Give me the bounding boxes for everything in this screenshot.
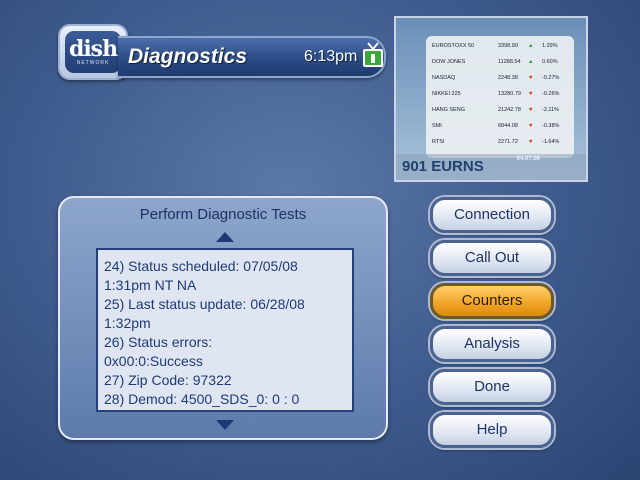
ticker-arrow-icon: ▼ bbox=[528, 123, 534, 129]
ticker-value: 3398.90 bbox=[498, 43, 518, 49]
counters-button[interactable]: Counters bbox=[430, 283, 554, 319]
clock-time: 6:13pm bbox=[304, 48, 358, 65]
ticker-value: 21242.78 bbox=[498, 107, 521, 113]
ticker-value: 2248.38 bbox=[498, 75, 518, 81]
ticker-name: NIKKEI 225 bbox=[432, 91, 461, 97]
ticker-change: -1.64% bbox=[542, 139, 560, 145]
channel-name: 901 EURNS bbox=[402, 158, 484, 175]
preview-video: EUROSTOXX 50 3398.90 ▲ 1.29% DOW JONES 11288.… bbox=[396, 18, 586, 180]
logo-badge: dish NETWORK bbox=[65, 31, 121, 73]
ticker-row: HANG SENG 21242.78 ▼ -2.11% bbox=[430, 106, 570, 116]
ticker-name: NASDAQ bbox=[432, 75, 456, 81]
help-button[interactable]: Help bbox=[430, 412, 554, 448]
list-item: 1:31pm NT NA bbox=[104, 277, 197, 293]
analysis-button[interactable]: Analysis bbox=[430, 326, 554, 362]
list-item: 27) Zip Code: 97322 bbox=[104, 372, 232, 388]
tv-icon bbox=[363, 42, 383, 67]
ticker-arrow-icon: ▼ bbox=[528, 107, 534, 113]
title-bar: Diagnostics 6:13pm bbox=[118, 36, 386, 78]
logo-word: dish bbox=[68, 36, 118, 62]
ticker-value: 6844.08 bbox=[498, 123, 518, 129]
ticker-row: NASDAQ 2248.38 ▼ -0.27% bbox=[430, 74, 570, 84]
ticker-row: RTSI 2271.72 ▼ -1.64% bbox=[430, 138, 570, 148]
diagnostics-list[interactable]: 24) Status scheduled: 07/05/08 1:31pm NT… bbox=[96, 248, 354, 412]
ticker-arrow-icon: ▲ bbox=[528, 59, 534, 65]
ticker-arrow-icon: ▼ bbox=[528, 91, 534, 97]
ticker-change: -0.26% bbox=[542, 91, 560, 97]
ticker-name: SMI bbox=[432, 123, 442, 129]
call-out-button[interactable]: Call Out bbox=[430, 240, 554, 276]
ticker-change: -0.27% bbox=[542, 75, 560, 81]
ticker-row: EUROSTOXX 50 3398.90 ▲ 1.29% bbox=[430, 42, 570, 52]
ticker-change: -0.38% bbox=[542, 123, 560, 129]
ticker-name: EUROSTOXX 50 bbox=[432, 43, 475, 49]
list-item: 0x00:0:Success bbox=[104, 353, 203, 369]
ticker-value: 11288.54 bbox=[498, 59, 521, 65]
ticker-arrow-icon: ▼ bbox=[528, 139, 534, 145]
channel-label: 901 EURNS 04.07.08 bbox=[396, 154, 586, 180]
list-item: 28) Demod: 4500_SDS_0: 0 : 0 bbox=[104, 391, 300, 407]
logo-subtext: NETWORK bbox=[76, 60, 110, 66]
connection-button[interactable]: Connection bbox=[430, 197, 554, 233]
ticker-row: SMI 6844.08 ▼ -0.38% bbox=[430, 122, 570, 132]
channel-date: 04.07.08 bbox=[516, 156, 540, 162]
list-item: 25) Last status update: 06/28/08 bbox=[104, 296, 305, 312]
diagnostics-panel: Perform Diagnostic Tests 24) Status sche… bbox=[58, 196, 388, 440]
ticker-value: 13280.79 bbox=[498, 91, 521, 97]
ticker-row: NIKKEI 225 13280.79 ▼ -0.26% bbox=[430, 90, 570, 100]
live-tv-preview: EUROSTOXX 50 3398.90 ▲ 1.29% DOW JONES 11288.… bbox=[394, 16, 588, 182]
scroll-up-arrow-icon[interactable] bbox=[216, 232, 234, 242]
list-item: 24) Status scheduled: 07/05/08 bbox=[104, 258, 298, 274]
list-item: 26) Status errors: bbox=[104, 334, 213, 350]
ticker-arrow-icon: ▲ bbox=[528, 43, 534, 49]
page-title: Diagnostics bbox=[128, 45, 248, 68]
ticker-name: HANG SENG bbox=[432, 107, 466, 113]
ticker-arrow-icon: ▼ bbox=[528, 75, 534, 81]
list-item: 1:32pm bbox=[104, 315, 151, 331]
ticker-change: -2.11% bbox=[542, 107, 560, 113]
ticker-row: DOW JONES 11288.54 ▲ 0.60% bbox=[430, 58, 570, 68]
done-button[interactable]: Done bbox=[430, 369, 554, 405]
ticker-change: 1.29% bbox=[542, 43, 558, 49]
scroll-down-arrow-icon[interactable] bbox=[216, 420, 234, 430]
ticker-change: 0.60% bbox=[542, 59, 558, 65]
ticker-name: DOW JONES bbox=[432, 59, 466, 65]
ticker-value: 2271.72 bbox=[498, 139, 518, 145]
ticker-name: RTSI bbox=[432, 139, 445, 145]
diagnostics-heading: Perform Diagnostic Tests bbox=[139, 206, 307, 223]
ticker-panel: EUROSTOXX 50 3398.90 ▲ 1.29% DOW JONES 11288.… bbox=[426, 36, 574, 158]
